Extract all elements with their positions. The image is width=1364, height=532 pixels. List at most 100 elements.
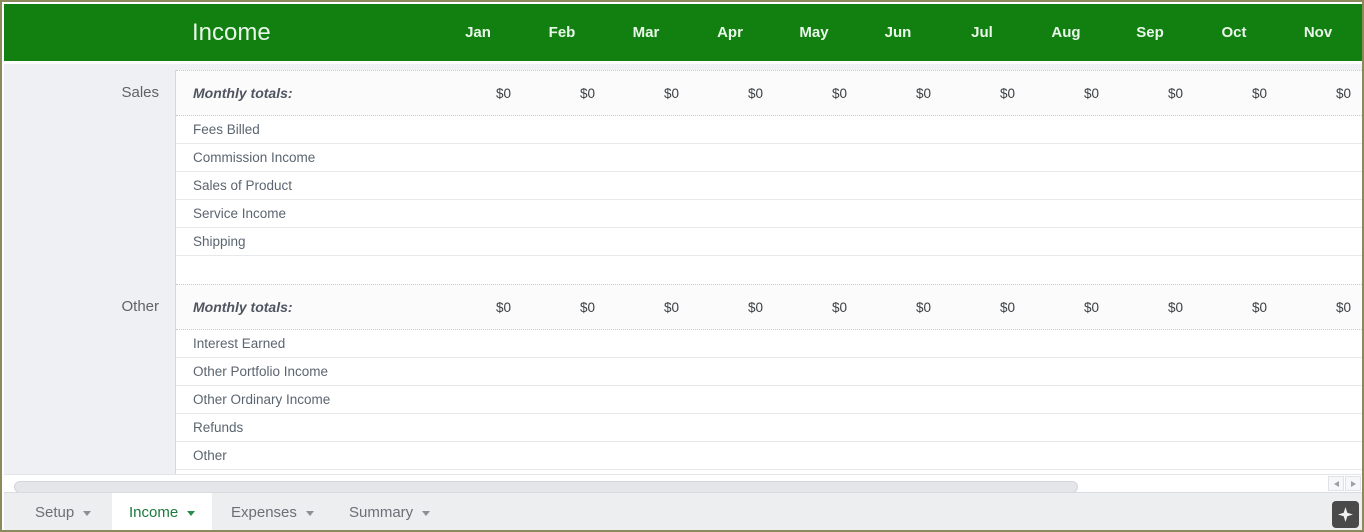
data-cell[interactable] bbox=[436, 144, 520, 171]
data-cell[interactable] bbox=[520, 144, 604, 171]
data-cell[interactable] bbox=[1108, 116, 1192, 143]
data-cell[interactable] bbox=[772, 358, 856, 385]
data-cell[interactable] bbox=[688, 330, 772, 357]
data-cell[interactable] bbox=[1024, 228, 1108, 255]
data-cell[interactable] bbox=[604, 144, 688, 171]
data-cell[interactable] bbox=[1192, 386, 1276, 413]
data-cell[interactable] bbox=[1024, 144, 1108, 171]
total-cell[interactable]: $0 bbox=[436, 71, 520, 115]
data-cell[interactable] bbox=[604, 442, 688, 469]
data-cell[interactable] bbox=[688, 144, 772, 171]
data-cell[interactable] bbox=[436, 358, 520, 385]
data-cell[interactable] bbox=[1108, 358, 1192, 385]
table-row[interactable]: Interest Earned bbox=[176, 330, 1362, 358]
column-header-nov[interactable]: Nov bbox=[1276, 4, 1360, 61]
data-cell[interactable] bbox=[688, 116, 772, 143]
column-header-feb[interactable]: Feb bbox=[520, 4, 604, 61]
table-row[interactable]: Commission Income bbox=[176, 144, 1362, 172]
data-cell[interactable] bbox=[940, 144, 1024, 171]
monthly-totals-row[interactable]: Monthly totals: $0 $0 $0 $0 $0 $0 $0 $0 $0 $0 $0 bbox=[176, 284, 1362, 330]
data-cell[interactable] bbox=[688, 200, 772, 227]
column-header-jul[interactable]: Jul bbox=[940, 4, 1024, 61]
data-cell[interactable] bbox=[1192, 200, 1276, 227]
data-cell[interactable] bbox=[1108, 442, 1192, 469]
horizontal-scrollbar[interactable] bbox=[4, 474, 1362, 493]
total-cell[interactable]: $0 bbox=[688, 71, 772, 115]
data-cell[interactable] bbox=[1108, 330, 1192, 357]
total-cell[interactable]: $0 bbox=[604, 285, 688, 329]
data-cell[interactable] bbox=[1024, 200, 1108, 227]
column-header-jun[interactable]: Jun bbox=[856, 4, 940, 61]
data-cell[interactable] bbox=[604, 330, 688, 357]
data-cell[interactable] bbox=[1192, 228, 1276, 255]
data-cell[interactable] bbox=[1024, 414, 1108, 441]
column-header-oct[interactable]: Oct bbox=[1192, 4, 1276, 61]
data-cell[interactable] bbox=[688, 386, 772, 413]
data-cell[interactable] bbox=[1024, 386, 1108, 413]
data-cell[interactable] bbox=[604, 414, 688, 441]
data-cell[interactable] bbox=[940, 442, 1024, 469]
data-cell[interactable] bbox=[772, 200, 856, 227]
data-cell[interactable] bbox=[940, 228, 1024, 255]
data-cell[interactable] bbox=[1108, 172, 1192, 199]
data-cell[interactable] bbox=[436, 200, 520, 227]
table-row[interactable]: Other Portfolio Income bbox=[176, 358, 1362, 386]
column-header-aug[interactable]: Aug bbox=[1024, 4, 1108, 61]
total-cell[interactable]: $0 bbox=[940, 285, 1024, 329]
table-row[interactable]: Sales of Product bbox=[176, 172, 1362, 200]
column-header-sep[interactable]: Sep bbox=[1108, 4, 1192, 61]
total-cell[interactable]: $0 bbox=[1192, 71, 1276, 115]
data-cell[interactable] bbox=[1024, 442, 1108, 469]
tab-summary[interactable]: Summary bbox=[332, 493, 447, 530]
data-cell[interactable] bbox=[940, 172, 1024, 199]
data-cell[interactable] bbox=[772, 144, 856, 171]
data-cell[interactable] bbox=[940, 386, 1024, 413]
data-cell[interactable] bbox=[940, 414, 1024, 441]
data-cell[interactable] bbox=[1108, 414, 1192, 441]
data-cell[interactable] bbox=[772, 414, 856, 441]
data-cell[interactable] bbox=[772, 442, 856, 469]
tab-setup[interactable]: Setup bbox=[18, 493, 108, 530]
data-cell[interactable] bbox=[1276, 414, 1360, 441]
data-cell[interactable] bbox=[520, 414, 604, 441]
data-cell[interactable] bbox=[1276, 200, 1360, 227]
monthly-totals-row[interactable]: Monthly totals: $0 $0 $0 $0 $0 $0 $0 $0 $0 $0 $0 bbox=[176, 70, 1362, 116]
data-cell[interactable] bbox=[436, 172, 520, 199]
total-cell[interactable]: $0 bbox=[1024, 285, 1108, 329]
table-row[interactable]: Other bbox=[176, 442, 1362, 470]
total-cell[interactable]: $0 bbox=[604, 71, 688, 115]
data-cell[interactable] bbox=[1276, 116, 1360, 143]
data-cell[interactable] bbox=[856, 228, 940, 255]
triangle-left-icon[interactable] bbox=[1328, 476, 1344, 491]
total-cell[interactable]: $0 bbox=[1108, 285, 1192, 329]
total-cell[interactable]: $0 bbox=[520, 285, 604, 329]
data-cell[interactable] bbox=[1108, 144, 1192, 171]
tab-income[interactable]: Income bbox=[112, 493, 213, 530]
data-cell[interactable] bbox=[604, 116, 688, 143]
chevron-down-icon[interactable] bbox=[305, 511, 314, 516]
tab-expenses[interactable]: Expenses bbox=[214, 493, 331, 530]
table-row[interactable]: Shipping bbox=[176, 228, 1362, 256]
total-cell[interactable]: $0 bbox=[1192, 285, 1276, 329]
data-cell[interactable] bbox=[856, 200, 940, 227]
total-cell[interactable]: $0 bbox=[856, 285, 940, 329]
data-cell[interactable] bbox=[1276, 442, 1360, 469]
total-cell[interactable]: $0 bbox=[688, 285, 772, 329]
data-cell[interactable] bbox=[940, 116, 1024, 143]
data-cell[interactable] bbox=[520, 330, 604, 357]
data-cell[interactable] bbox=[856, 172, 940, 199]
data-cell[interactable] bbox=[940, 358, 1024, 385]
data-cell[interactable] bbox=[1024, 358, 1108, 385]
column-header-may[interactable]: May bbox=[772, 4, 856, 61]
data-cell[interactable] bbox=[604, 228, 688, 255]
data-cell[interactable] bbox=[1024, 330, 1108, 357]
data-cell[interactable] bbox=[1108, 228, 1192, 255]
data-cell[interactable] bbox=[1276, 330, 1360, 357]
chevron-down-icon[interactable] bbox=[83, 511, 92, 516]
data-cell[interactable] bbox=[772, 386, 856, 413]
data-cell[interactable] bbox=[856, 116, 940, 143]
data-cell[interactable] bbox=[1276, 144, 1360, 171]
total-cell[interactable]: $0 bbox=[436, 285, 520, 329]
total-cell[interactable]: $0 bbox=[772, 285, 856, 329]
triangle-right-icon[interactable] bbox=[1345, 476, 1361, 491]
